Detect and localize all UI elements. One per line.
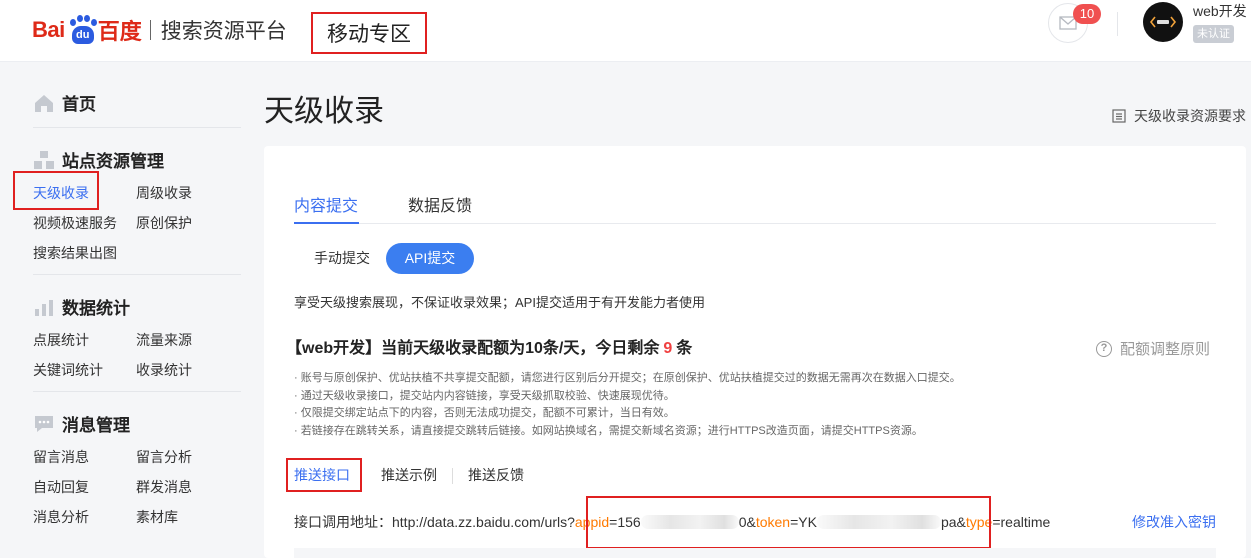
sidebar-item-auto-reply[interactable]: 自动回复	[33, 477, 89, 497]
param-type-value: =realtime	[992, 514, 1051, 530]
sidebar-home-label: 首页	[62, 95, 96, 114]
subtab-divider	[452, 468, 453, 484]
header-divider	[1117, 12, 1118, 36]
sidebar-item-weekly-index[interactable]: 周级收录	[136, 183, 192, 203]
chat-icon	[35, 415, 53, 432]
main-tabs: 内容提交 数据反馈	[294, 192, 1216, 224]
sidebar-item-keywords[interactable]: 关键词统计	[33, 360, 103, 380]
sidebar-item-broadcast[interactable]: 群发消息	[136, 477, 192, 497]
logo-du-text: 百度	[97, 19, 142, 44]
verify-status-badge[interactable]: 未认证	[1193, 25, 1234, 43]
highlight-box-push-api	[286, 458, 362, 492]
tab-data-feedback[interactable]: 数据反馈	[408, 192, 472, 216]
sidebar-home[interactable]: 首页	[33, 90, 96, 115]
content-card: 内容提交 数据反馈 手动提交 API提交 享受天级搜索展现，不保证收录效果；AP…	[264, 146, 1246, 558]
sidebar-section-messages: 消息管理	[33, 411, 130, 436]
notes-list: · 账号与原创保护、优站扶植不共享提交配额，请您进行区别后分开提交；在原创保护、…	[294, 370, 961, 440]
active-tab-underline	[294, 222, 359, 224]
sidebar-item-message-analysis[interactable]: 消息分析	[33, 507, 89, 527]
message-count-badge: 10	[1073, 4, 1101, 24]
user-name[interactable]: web开发	[1193, 1, 1247, 21]
manual-submit-button[interactable]: 手动提交	[297, 243, 387, 274]
requirements-link[interactable]: 天级收录资源要求	[1112, 106, 1246, 126]
mobile-zone-link[interactable]: 移动专区	[311, 12, 427, 54]
sidebar-item-original[interactable]: 原创保护	[136, 213, 192, 233]
sidebar-section-site-label: 站点资源管理	[62, 152, 164, 171]
modify-key-link[interactable]: 修改准入密钥	[1132, 512, 1216, 532]
sidebar: 首页 站点资源管理 天级收录 周级收录 视频极速服务 原创保护 搜索结果出图 数…	[0, 63, 250, 558]
question-icon: ?	[1096, 340, 1112, 357]
highlight-box-daily-index	[13, 171, 99, 210]
document-icon	[1112, 109, 1126, 123]
avatar[interactable]	[1143, 2, 1183, 42]
sidebar-section-stats-label: 数据统计	[62, 299, 130, 318]
sidebar-item-index-stats[interactable]: 收录统计	[136, 360, 192, 380]
quota-rule-link[interactable]: ? 配额调整原则	[1096, 338, 1210, 359]
code-area-top	[294, 548, 1216, 558]
api-query-mark: ?	[567, 514, 575, 530]
sidebar-item-result-image[interactable]: 搜索结果出图	[33, 243, 117, 263]
sidebar-item-video[interactable]: 视频极速服务	[33, 213, 117, 233]
note-item: · 若链接存在跳转关系，请直接提交跳转后链接。如网站换域名，需提交新域名资源；进…	[294, 424, 923, 437]
sidebar-item-traffic[interactable]: 流量来源	[136, 330, 192, 350]
sidebar-section-site: 站点资源管理	[33, 147, 164, 172]
quota-remaining: 9	[663, 340, 673, 357]
api-label: 接口调用地址：	[294, 514, 392, 530]
sidebar-divider	[33, 391, 241, 392]
quota-rule-label: 配额调整原则	[1120, 341, 1211, 358]
subtab-push-feedback[interactable]: 推送反馈	[468, 458, 524, 492]
quota-summary: 【web开发】当前天级收录配额为10条/天，今日剩余 9 条	[286, 334, 692, 358]
platform-name: 搜索资源平台	[160, 19, 287, 43]
logo-divider	[149, 20, 151, 40]
requirements-link-label: 天级收录资源要求	[1134, 108, 1246, 124]
top-header: Bai du 百度 搜索资源平台 移动专区 10 web开发 未认证	[0, 0, 1251, 62]
site-resource-icon	[34, 150, 54, 169]
subtab-push-example[interactable]: 推送示例	[381, 458, 437, 492]
sidebar-section-messages-label: 消息管理	[62, 416, 130, 435]
sidebar-item-materials[interactable]: 素材库	[136, 507, 178, 527]
sidebar-item-impressions[interactable]: 点展统计	[33, 330, 89, 350]
baidu-logo[interactable]: Bai du 百度 搜索资源平台	[32, 10, 287, 50]
quota-suffix: 条	[676, 340, 693, 357]
home-icon	[35, 94, 53, 112]
logo-bai-text: Bai	[32, 17, 65, 42]
note-item: · 通过天级收录接口，提交站内内容链接，享受天级抓取校验、快速展现优待。	[294, 389, 675, 402]
note-item: · 账号与原创保护、优站扶植不共享提交配额，请您进行区别后分开提交；在原创保护、…	[294, 372, 961, 384]
note-item: · 仅限提交绑定站点下的内容，否则无法成功提交，配额不可累计，当日有效。	[294, 407, 675, 419]
web-logo-icon	[1149, 16, 1177, 28]
page-title: 天级收录	[264, 94, 384, 129]
sidebar-section-stats: 数据统计	[33, 294, 130, 319]
sidebar-item-comment-analysis[interactable]: 留言分析	[136, 447, 192, 467]
bar-chart-icon	[35, 299, 53, 316]
submit-description: 享受天级搜索展现，不保证收录效果；API提交适用于有开发能力者使用	[294, 295, 705, 310]
api-submit-button[interactable]: API提交	[386, 243, 474, 274]
logo-paw-text: du	[71, 26, 94, 44]
paw-icon: du	[66, 15, 97, 45]
api-base-url[interactable]: http://data.zz.baidu.com/urls	[392, 514, 567, 530]
highlight-box-api-params	[586, 496, 991, 549]
sidebar-divider	[33, 274, 241, 275]
tab-content-submit[interactable]: 内容提交	[294, 192, 358, 216]
sidebar-divider	[33, 127, 241, 128]
quota-prefix: 【web开发】当前天级收录配额为10条/天，今日剩余	[286, 340, 660, 357]
sidebar-item-comments[interactable]: 留言消息	[33, 447, 89, 467]
